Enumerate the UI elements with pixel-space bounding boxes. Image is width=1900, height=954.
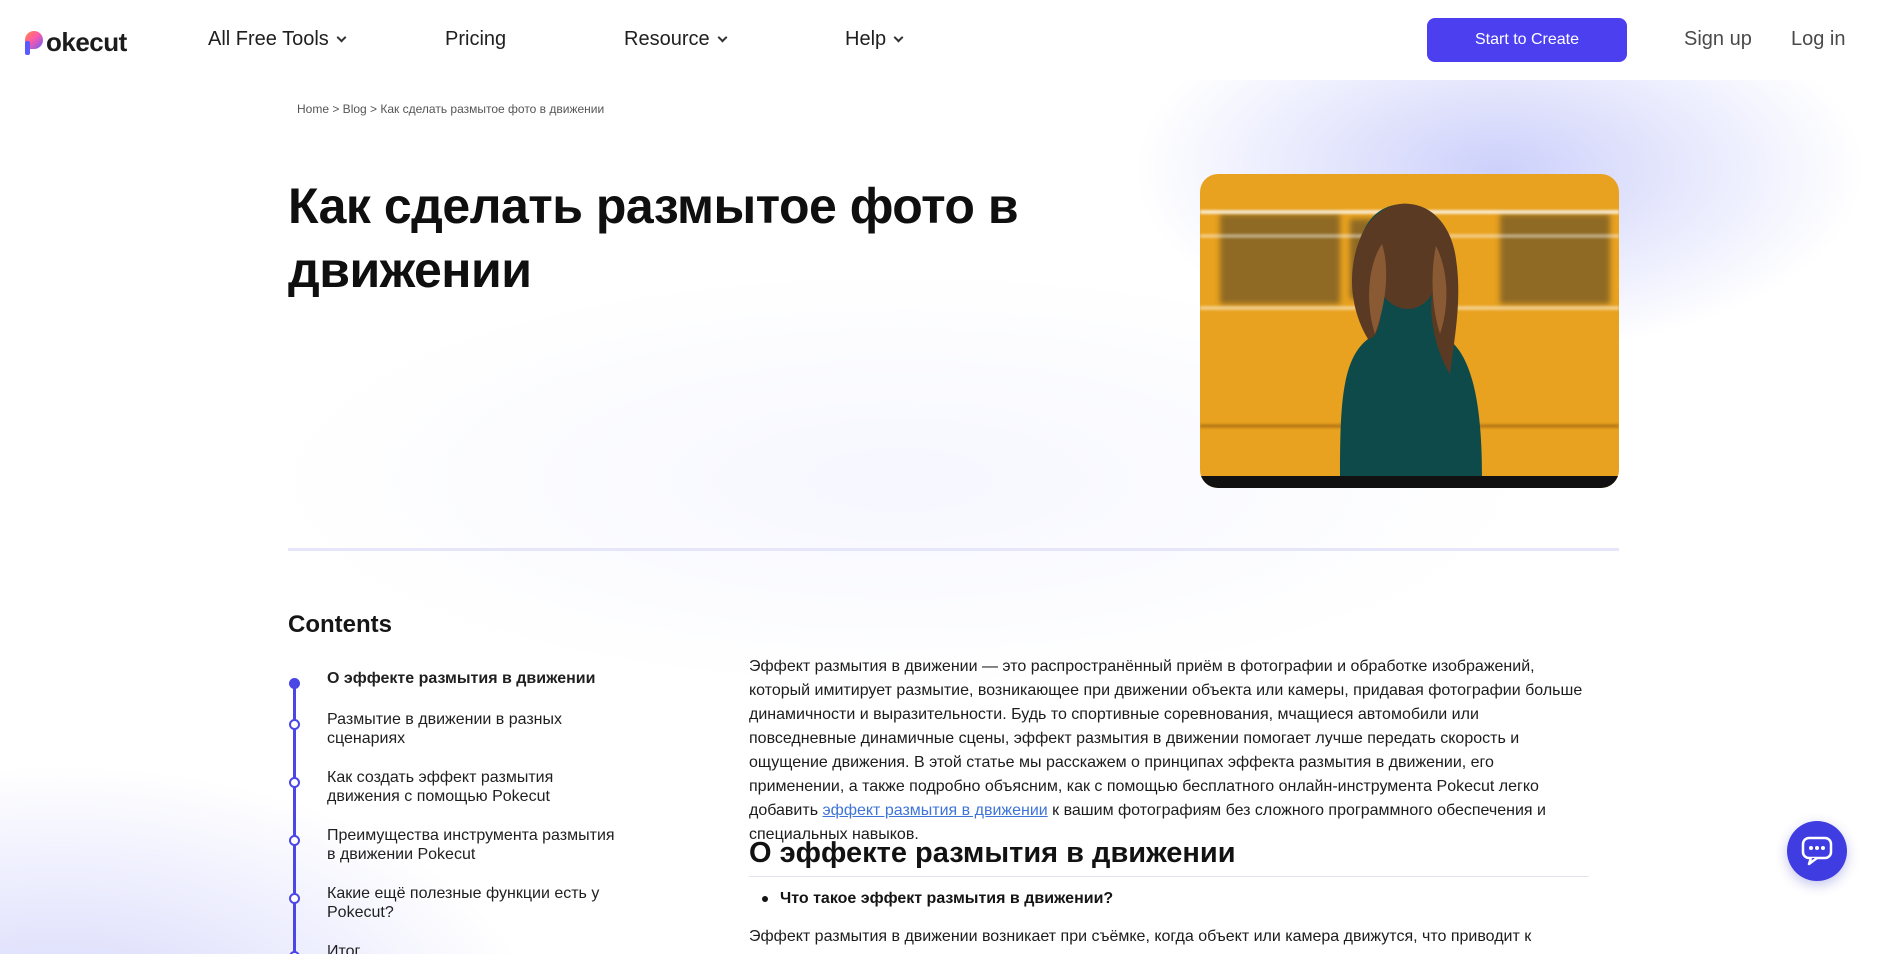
- chevron-down-icon: [336, 32, 347, 42]
- toc-item-advantages[interactable]: Преимущества инструмента размытия в движ…: [327, 826, 627, 864]
- top-navbar: okecut All Free Tools Pricing Resource H…: [0, 0, 1900, 80]
- section-divider: [288, 548, 1619, 551]
- hero-image: [1200, 174, 1619, 488]
- motion-blur-link[interactable]: эффект размытия в движении: [822, 802, 1047, 819]
- bullet-text: Что такое эффект размытия в движении?: [780, 890, 1114, 907]
- nav-all-free-tools[interactable]: All Free Tools: [208, 28, 347, 51]
- page-title: Как сделать размытое фото в движении: [288, 178, 1019, 298]
- contents-title: Contents: [288, 611, 392, 638]
- section-heading: О эффекте размытия в движении: [749, 837, 1589, 877]
- breadcrumb[interactable]: Home > Blog > Как сделать размытое фото …: [297, 102, 604, 116]
- nav-label: All Free Tools: [208, 28, 329, 50]
- toc-item-scenarios[interactable]: Размытие в движении в разных сценариях: [327, 710, 577, 748]
- chat-bubble-icon: [1801, 836, 1833, 866]
- log-in-link[interactable]: Log in: [1791, 28, 1846, 51]
- toc-item-other-features[interactable]: Какие ещё полезные функции есть у Pokecu…: [327, 884, 617, 922]
- nav-pricing[interactable]: Pricing: [445, 28, 506, 51]
- body-paragraph: Эффект размытия в движении возникает при…: [749, 928, 1532, 945]
- nav-resource[interactable]: Resource: [624, 28, 728, 51]
- bullet-item: Что такое эффект размытия в движении?: [762, 890, 1113, 908]
- toc-item-summary[interactable]: Итог: [327, 942, 627, 954]
- nav-label: Help: [845, 28, 887, 50]
- toc-dot: [289, 893, 300, 904]
- pokecut-logo[interactable]: okecut: [25, 27, 127, 58]
- intro-text: Эффект размытия в движении — это распрос…: [749, 658, 1583, 819]
- nav-label: Resource: [624, 28, 710, 50]
- toc-item-how-to-create[interactable]: Как создать эффект размытия движения с п…: [327, 768, 577, 806]
- chat-support-button[interactable]: [1787, 821, 1847, 881]
- toc-dot: [289, 777, 300, 788]
- start-to-create-button[interactable]: Start to Create: [1427, 18, 1627, 62]
- woman-silhouette: [1340, 203, 1482, 476]
- sign-up-link[interactable]: Sign up: [1684, 28, 1752, 51]
- article-intro: Эффект размытия в движении — это распрос…: [749, 655, 1589, 847]
- chevron-down-icon: [893, 32, 904, 42]
- toc-dot: [289, 835, 300, 846]
- nav-help[interactable]: Help: [845, 28, 904, 51]
- toc-dot-active: [289, 678, 300, 689]
- intro-paragraph: Эффект размытия в движении — это распрос…: [749, 655, 1589, 847]
- pokecut-logo-icon: [25, 30, 45, 55]
- logo-text: okecut: [46, 27, 127, 57]
- toc-dot: [289, 719, 300, 730]
- nav-label: Pricing: [445, 28, 507, 50]
- toc-item-about-motion-blur[interactable]: О эффекте размытия в движении: [327, 669, 627, 688]
- chevron-down-icon: [717, 32, 728, 42]
